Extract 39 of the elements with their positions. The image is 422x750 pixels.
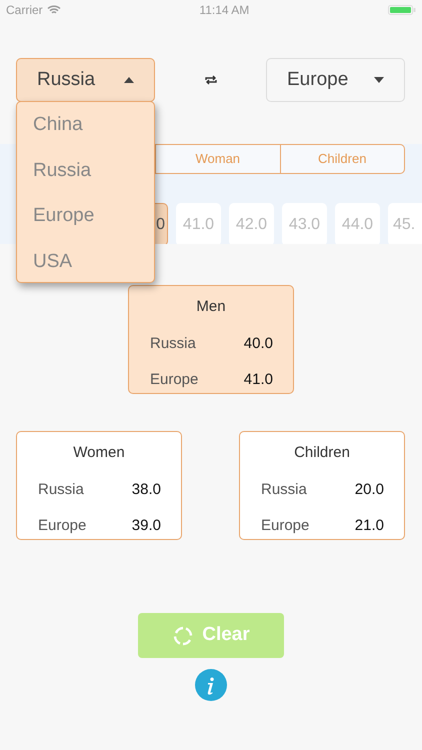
- swap-icon[interactable]: [204, 74, 218, 86]
- dropdown-option[interactable]: Europe: [17, 193, 154, 238]
- status-time: 11:14 AM: [199, 2, 250, 19]
- battery-icon: [388, 5, 416, 15]
- region-label: Russia: [38, 480, 84, 500]
- info-icon[interactable]: [195, 669, 227, 701]
- dropdown-option[interactable]: Russia: [17, 148, 154, 193]
- clear-button[interactable]: Clear: [138, 613, 284, 658]
- card-title: Children: [293, 443, 351, 463]
- size-value: 20.0: [354, 480, 384, 500]
- wifi-icon: [46, 5, 61, 15]
- gender-tab[interactable]: Children: [280, 144, 405, 174]
- caret-icon: [374, 77, 384, 83]
- size-value: 39.0: [132, 516, 161, 536]
- dropdown-option[interactable]: China: [17, 102, 154, 148]
- refresh-icon: [172, 624, 194, 646]
- size-chip[interactable]: 45.: [388, 203, 422, 244]
- size-chip[interactable]: 44.0: [335, 203, 380, 244]
- region-label: Russia: [150, 334, 196, 354]
- dropdown-option[interactable]: USA: [17, 238, 154, 284]
- card-title: Women: [72, 443, 126, 463]
- size-value: 40.0: [244, 334, 273, 354]
- size-chip[interactable]: 42.0: [229, 203, 274, 244]
- region-label: Europe: [38, 516, 86, 536]
- region-label: Europe: [261, 516, 310, 536]
- gender-tab[interactable]: Woman: [155, 144, 280, 174]
- region-label: Europe: [150, 370, 198, 390]
- country-dropdown[interactable]: Russia: [16, 58, 155, 102]
- caret-icon: [124, 77, 134, 83]
- size-chip[interactable]: 0: [155, 203, 168, 244]
- size-value: 38.0: [132, 480, 161, 500]
- carrier-label: Carrier: [6, 2, 43, 19]
- size-value: 21.0: [354, 516, 384, 536]
- size-value: 41.0: [244, 370, 273, 390]
- size-chip[interactable]: 41.0: [176, 203, 221, 244]
- card-title: Men: [195, 297, 227, 317]
- region-label: Russia: [261, 480, 307, 500]
- country-dropdown[interactable]: Europe: [266, 58, 405, 102]
- size-chip[interactable]: 43.0: [282, 203, 327, 244]
